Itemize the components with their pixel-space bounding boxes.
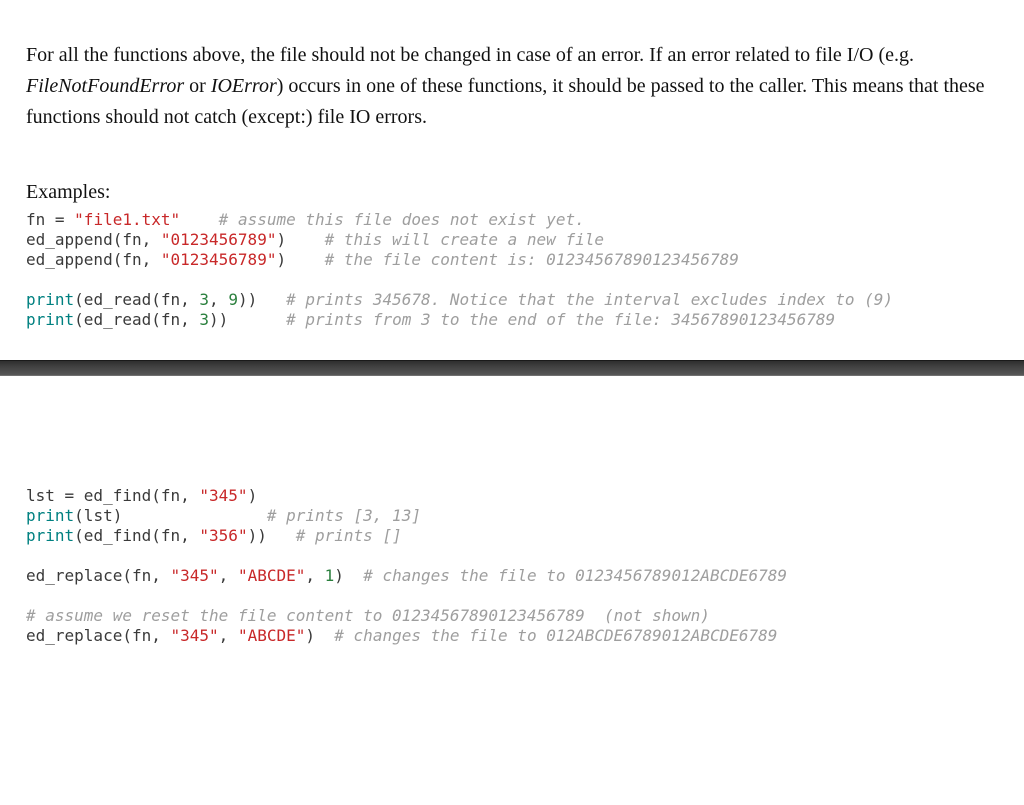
code-text: ) (276, 230, 324, 249)
error-handling-paragraph: For all the functions above, the file sh… (26, 40, 998, 133)
code-text: )) (248, 526, 296, 545)
code-text: ed_replace(fn, (26, 566, 171, 585)
code-comment: # assume we reset the file content to 01… (26, 606, 710, 625)
error-name-1: FileNotFoundError (26, 75, 184, 97)
code-func: print (26, 290, 74, 309)
code-text: , (219, 566, 238, 585)
code-num: 9 (228, 290, 238, 309)
code-string: "ABCDE" (238, 626, 305, 645)
code-pad (180, 210, 219, 229)
code-string: "file1.txt" (74, 210, 180, 229)
code-comment: # changes the file to 0123456789012ABCDE… (363, 566, 787, 585)
page-1: For all the functions above, the file sh… (0, 0, 1024, 360)
code-num: 1 (325, 566, 335, 585)
code-text: ed_append(fn, (26, 230, 161, 249)
code-text: ) (248, 486, 258, 505)
code-text: fn = (26, 210, 74, 229)
code-func: print (26, 506, 74, 525)
code-string: "ABCDE" (238, 566, 305, 585)
code-text: (lst) (74, 506, 267, 525)
code-string: "345" (199, 486, 247, 505)
code-text: ) (334, 566, 363, 585)
code-string: "0123456789" (161, 250, 277, 269)
code-num: 3 (199, 290, 209, 309)
code-text: (ed_find(fn, (74, 526, 199, 545)
code-func: print (26, 310, 74, 329)
code-text: )) (238, 290, 286, 309)
code-string: "345" (171, 626, 219, 645)
code-block-1: fn = "file1.txt" # assume this file does… (26, 210, 998, 330)
code-text: , (305, 566, 324, 585)
code-string: "345" (171, 566, 219, 585)
code-comment: # this will create a new file (325, 230, 604, 249)
code-string: "356" (199, 526, 247, 545)
code-text: (ed_read(fn, (74, 310, 199, 329)
page-divider (0, 360, 1024, 376)
code-comment: # the file content is: 01234567890123456… (325, 250, 739, 269)
page-2: lst = ed_find(fn, "345") print(lst) # pr… (0, 376, 1024, 676)
code-text: ) (305, 626, 334, 645)
code-block-2: lst = ed_find(fn, "345") print(lst) # pr… (26, 486, 998, 646)
code-comment: # prints 345678. Notice that the interva… (286, 290, 893, 309)
code-text: , (219, 626, 238, 645)
code-text: ed_replace(fn, (26, 626, 171, 645)
prose-or: or (184, 75, 211, 97)
examples-heading: Examples: (26, 181, 998, 204)
code-text: ed_append(fn, (26, 250, 161, 269)
code-text: , (209, 290, 228, 309)
code-comment: # prints [] (296, 526, 402, 545)
code-func: print (26, 526, 74, 545)
code-text: (ed_read(fn, (74, 290, 199, 309)
code-text: ) (276, 250, 324, 269)
code-comment: # changes the file to 012ABCDE6789012ABC… (334, 626, 777, 645)
code-text: )) (209, 310, 286, 329)
code-comment: # prints [3, 13] (267, 506, 421, 525)
error-name-2: IOError (211, 75, 277, 97)
code-num: 3 (199, 310, 209, 329)
code-comment: # assume this file does not exist yet. (219, 210, 585, 229)
code-text: lst = ed_find(fn, (26, 486, 199, 505)
code-string: "0123456789" (161, 230, 277, 249)
prose-text: For all the functions above, the file sh… (26, 44, 914, 66)
code-comment: # prints from 3 to the end of the file: … (286, 310, 835, 329)
